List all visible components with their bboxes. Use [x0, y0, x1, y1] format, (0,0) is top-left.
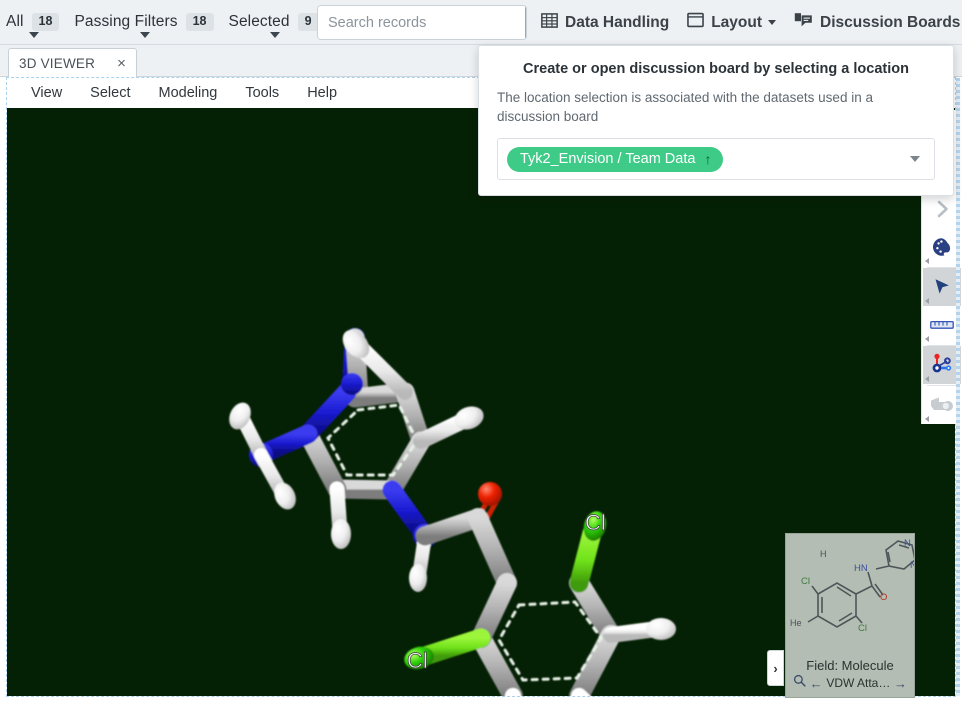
atom-label-hn: HN — [854, 563, 868, 574]
menu-layout-label: Layout — [711, 13, 763, 31]
chevron-down-icon[interactable] — [140, 32, 151, 38]
tool-expand-tick — [925, 336, 929, 342]
search-bar — [318, 6, 526, 39]
chevron-down-icon[interactable] — [270, 32, 281, 38]
tool-expand-tick — [925, 416, 929, 422]
record-filters: All 18 Passing Filters 18 Selected 9 — [0, 0, 328, 45]
popover-title: Create or open discussion board by selec… — [523, 61, 909, 77]
search-input[interactable] — [318, 6, 525, 39]
search-icon — [525, 15, 526, 30]
chat-boards-icon — [794, 12, 813, 33]
tab-3d-viewer[interactable]: 3D VIEWER × — [8, 48, 137, 77]
molecule-preview-card: Cl Cl He HN O N NH₂ H Field: Molecule ← … — [785, 533, 915, 698]
atom-label-o: O — [880, 592, 887, 603]
atom-label-cl-top: Cl — [585, 510, 606, 535]
atom-label-cl-upper: Cl — [801, 576, 810, 587]
filter-selected[interactable]: Selected 9 — [223, 8, 328, 38]
popover-description: The location selection is associated wit… — [497, 90, 873, 125]
filter-all[interactable]: All 18 — [0, 8, 68, 38]
filter-all-count: 18 — [31, 13, 60, 31]
viewer-scrollbar[interactable] — [956, 78, 960, 696]
top-toolbar: All 18 Passing Filters 18 Selected 9 Sea… — [0, 0, 962, 45]
atom-label-cl-lower: Cl — [858, 623, 867, 634]
atom-label-he: He — [790, 618, 802, 628]
molecule-card-nav: ← VDW Atta… → — [786, 674, 914, 697]
atom-label-h: H — [820, 549, 827, 559]
menu-layout[interactable]: Layout — [678, 0, 785, 45]
molecule-prev-button[interactable]: ← — [810, 676, 823, 691]
top-menus: Data Handling Layout Discussion Boards — [532, 0, 962, 45]
search-button[interactable] — [525, 6, 526, 39]
window-layout-icon — [687, 12, 705, 33]
location-select[interactable]: Tyk2_Envision / Team Data ↑ — [497, 138, 935, 181]
tool-expand-tick — [925, 376, 929, 382]
molecule-field-label: Field: Molecule — [806, 658, 894, 673]
filter-selected-label: Selected — [228, 13, 290, 30]
filter-all-label: All — [6, 13, 24, 30]
viewer-menu-modeling[interactable]: Modeling — [144, 85, 231, 101]
molecule-2d-structure: Cl Cl He HN O N NH₂ H — [786, 534, 914, 656]
viewer-menu-help[interactable]: Help — [293, 85, 351, 101]
close-icon[interactable]: × — [117, 56, 126, 71]
menu-data-handling[interactable]: Data Handling — [532, 0, 678, 45]
tool-expand-tick — [925, 298, 929, 304]
discussion-board-popover: Create or open discussion board by selec… — [478, 45, 954, 196]
filter-selected-count: 9 — [297, 13, 319, 31]
tool-expand-tick — [925, 258, 929, 264]
location-chip[interactable]: Tyk2_Envision / Team Data ↑ — [507, 146, 724, 172]
chevron-down-icon — [768, 20, 777, 25]
filter-passing-count: 18 — [185, 13, 214, 31]
chevron-down-icon[interactable] — [910, 156, 920, 163]
molecule-card-toggle[interactable]: › — [767, 650, 784, 686]
viewer-menu-select[interactable]: Select — [76, 85, 144, 101]
menu-data-handling-label: Data Handling — [565, 13, 670, 31]
location-chip-label: Tyk2_Envision / Team Data — [520, 150, 696, 167]
viewer-menu-view[interactable]: View — [17, 85, 76, 101]
window-bottom-edge — [0, 698, 962, 708]
up-arrow-icon: ↑ — [704, 150, 712, 167]
app-window: All 18 Passing Filters 18 Selected 9 Sea… — [0, 0, 962, 708]
molecule-next-button[interactable]: → — [894, 676, 907, 691]
tab-3d-viewer-label: 3D VIEWER — [19, 55, 96, 71]
chevron-down-icon[interactable] — [29, 32, 40, 38]
viewer-menu-tools[interactable]: Tools — [231, 85, 293, 101]
filter-passing[interactable]: Passing Filters 18 — [68, 8, 222, 38]
filter-passing-label: Passing Filters — [74, 13, 178, 30]
atom-label-cl-left: Cl — [407, 648, 428, 673]
table-grid-icon — [541, 12, 558, 34]
menu-discussion-boards-label: Discussion Boards — [820, 13, 961, 31]
menu-discussion-boards[interactable]: Discussion Boards — [785, 0, 962, 45]
atom-label-nh2: NH₂ — [910, 560, 914, 571]
molecule-field-name: VDW Atta… — [826, 676, 891, 690]
magnifier-icon[interactable] — [793, 674, 806, 692]
atom-label-n: N — [904, 538, 911, 549]
